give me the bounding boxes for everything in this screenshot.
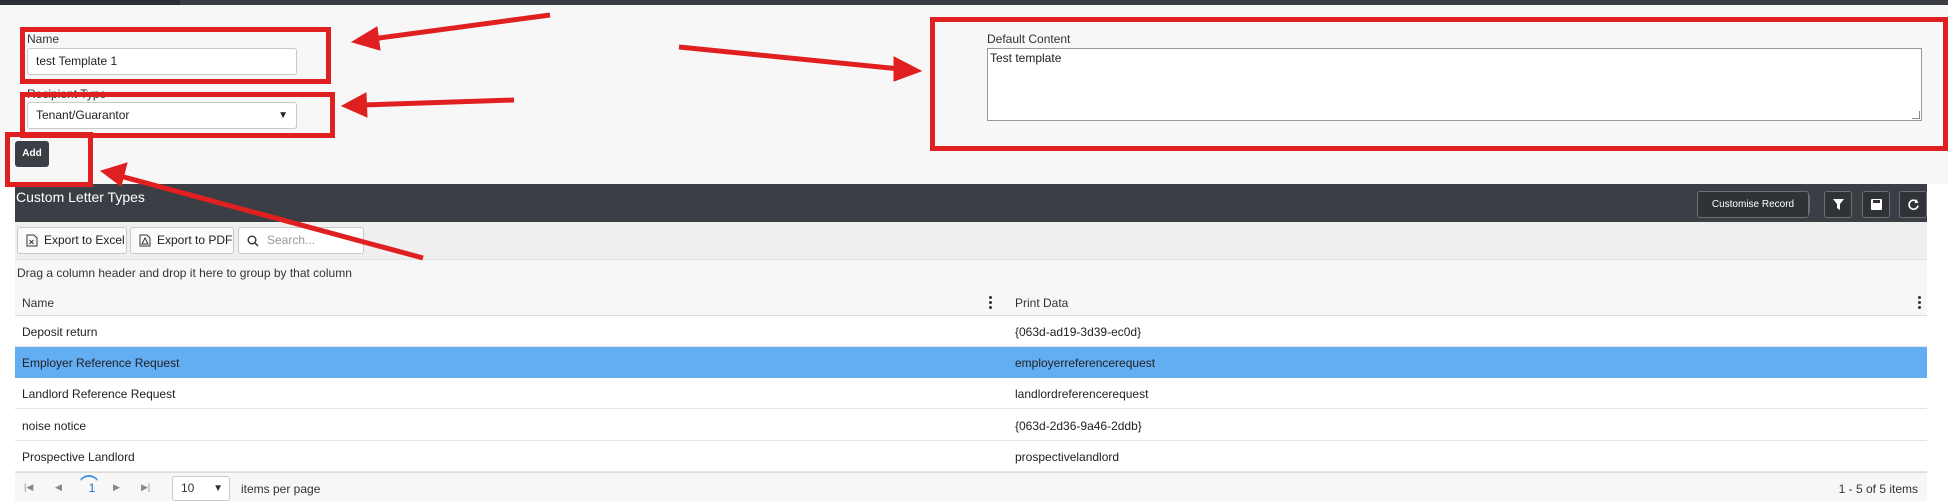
annotation-arrow-head	[340, 92, 368, 118]
annotation-arrow-head	[350, 26, 381, 51]
annotation-arrow	[361, 97, 515, 108]
annotation-arrows	[99, 12, 923, 261]
annotation-arrow-head	[99, 162, 128, 187]
annotation-arrow	[119, 173, 424, 261]
annotation-arrow-head	[893, 56, 923, 82]
annotation-arrow	[678, 44, 901, 72]
annotation-arrow	[371, 12, 551, 42]
